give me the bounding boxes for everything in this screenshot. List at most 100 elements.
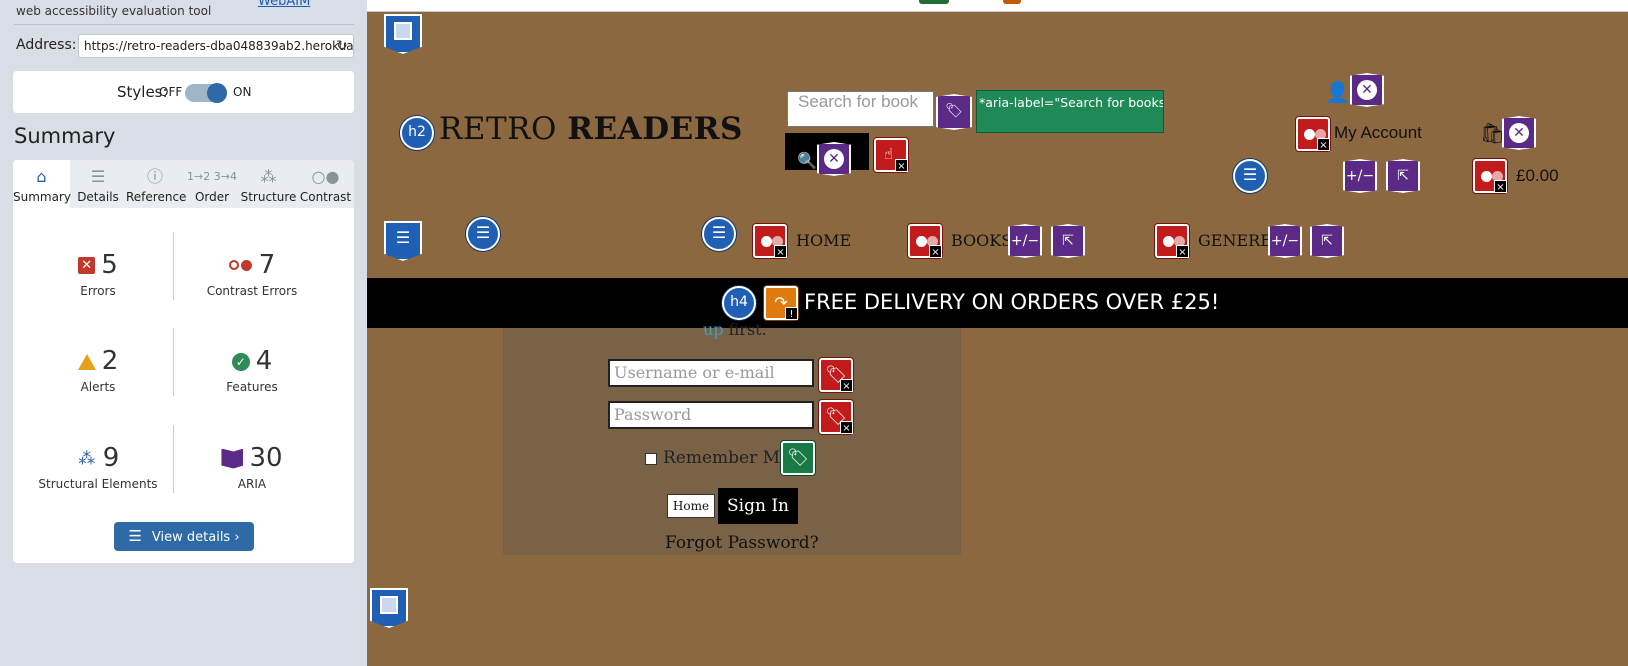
features-label: Features xyxy=(226,380,278,394)
nav-region-icon[interactable]: ☰ xyxy=(384,221,422,261)
bag-icon[interactable]: 🛍 xyxy=(1480,121,1505,146)
tab-reference[interactable]: ⓘ Reference xyxy=(126,160,186,208)
aria-hidden-icon[interactable]: ✕ xyxy=(1350,73,1384,107)
tab-contrast[interactable]: ○● Contrast xyxy=(297,160,354,208)
nav-books[interactable]: BOOKS xyxy=(951,231,1012,250)
nav-genere[interactable]: GENERE xyxy=(1198,231,1272,250)
missing-label-icon[interactable]: 🏷 × xyxy=(819,400,853,434)
nav-home[interactable]: HOME xyxy=(796,231,851,250)
address-label: Address: xyxy=(16,37,77,53)
list-icon[interactable]: ☰ xyxy=(466,217,500,251)
alert-icon xyxy=(77,353,96,370)
remember-me[interactable]: Remember Me xyxy=(645,448,790,468)
search-input[interactable]: Search for book xyxy=(787,91,934,127)
tab-order[interactable]: 1→2 3→4 Order xyxy=(184,160,240,208)
tab-label: Structure xyxy=(240,190,297,204)
aria-count: 30 xyxy=(249,443,283,473)
site-viewport: ☰ h2 RETRO READERS Search for book 🏷 *ar… xyxy=(367,0,1628,666)
styles-card: Styles: OFF ON xyxy=(13,71,354,113)
tab-label: Order xyxy=(194,190,230,204)
wave-tabs: ⌂ Summary ☰ Details ⓘ Reference 1→2 3→4 … xyxy=(13,160,354,208)
home-icon: ⌂ xyxy=(36,167,47,186)
missing-label-icon[interactable]: 🏷 × xyxy=(819,358,853,392)
forgot-password-link[interactable]: Forgot Password? xyxy=(665,533,819,553)
alerts-stat[interactable]: 2 Alerts xyxy=(18,346,178,394)
form-label-feature-icon[interactable]: 🏷 xyxy=(781,441,815,475)
reload-icon[interactable]: ↻ xyxy=(333,37,351,55)
tab-details[interactable]: ☰ Details xyxy=(70,160,126,208)
aria-hidden-icon[interactable]: ✕ xyxy=(817,142,851,176)
aria-popup-icon[interactable]: ⇱ xyxy=(1051,224,1085,258)
structural-count: 9 xyxy=(102,443,120,473)
button-empty-error-icon[interactable]: ☝ × xyxy=(874,138,908,172)
aria-label-icon[interactable]: 🏷 xyxy=(936,94,972,130)
aria-popup-icon[interactable]: ⇱ xyxy=(1310,224,1344,258)
list-icon[interactable]: ☰ xyxy=(1233,159,1267,193)
region-icon[interactable] xyxy=(384,14,422,54)
aria-stat[interactable]: 30 ARIA xyxy=(172,443,332,491)
skipped-heading-alert-icon[interactable]: ↷! xyxy=(764,286,798,320)
contrast-label: Contrast Errors xyxy=(206,284,298,298)
link-empty-error-icon[interactable]: × xyxy=(1155,224,1189,258)
info-icon: ⓘ xyxy=(146,167,163,186)
errors-label: Errors xyxy=(80,284,116,298)
top-strip xyxy=(367,0,1628,12)
remember-checkbox[interactable] xyxy=(645,452,657,465)
aria-expanded-icon[interactable]: +/− xyxy=(1008,224,1042,258)
contrast-error-icon xyxy=(228,259,253,272)
list-icon: ☰ xyxy=(90,167,106,186)
list-icon[interactable]: ☰ xyxy=(702,217,736,251)
contrast-icon: ○● xyxy=(311,167,340,186)
link-empty-error-icon[interactable]: × xyxy=(1473,159,1507,193)
cart-total[interactable]: £0.00 xyxy=(1516,166,1559,186)
address-input[interactable]: https://retro-readers-dba048839ab2.herok… xyxy=(78,34,354,58)
error-icon: ✕ xyxy=(78,257,96,274)
alerts-count: 2 xyxy=(101,346,119,376)
toggle-knob xyxy=(207,83,227,103)
structural-stat[interactable]: ⁂ 9 Structural Elements xyxy=(18,443,178,491)
structure-icon: ⁂ xyxy=(78,448,96,469)
view-details-label: View details › xyxy=(151,530,240,545)
my-account-link[interactable]: My Account xyxy=(1334,123,1422,143)
feature-marker xyxy=(919,0,949,4)
aria-icon xyxy=(221,448,244,469)
contrast-errors-stat[interactable]: 7 Contrast Errors xyxy=(172,250,332,298)
wave-sidebar: web accessibility evaluation tool WebAIM… xyxy=(0,0,367,666)
alerts-label: Alerts xyxy=(80,380,116,394)
home-button[interactable]: Home xyxy=(667,494,715,518)
sign-in-button[interactable]: Sign In xyxy=(718,488,798,524)
styles-toggle[interactable] xyxy=(185,83,227,103)
link-empty-error-icon[interactable]: × xyxy=(1296,117,1330,151)
features-stat[interactable]: ✓ 4 Features xyxy=(172,346,332,394)
aria-popup-icon[interactable]: ⇱ xyxy=(1386,159,1420,193)
footer-region-icon[interactable] xyxy=(370,588,408,628)
link-empty-error-icon[interactable]: × xyxy=(753,224,787,258)
aria-expanded-icon[interactable]: +/− xyxy=(1343,159,1377,193)
errors-count: 5 xyxy=(101,250,118,280)
link-empty-error-icon[interactable]: × xyxy=(908,224,942,258)
delivery-banner: h4 ↷! FREE DELIVERY ON ORDERS OVER £25! xyxy=(367,278,1628,328)
tab-summary[interactable]: ⌂ Summary xyxy=(13,160,71,208)
errors-stat[interactable]: ✕ 5 Errors xyxy=(18,250,178,298)
username-input[interactable]: Username or e-mail xyxy=(608,359,814,387)
aria-expanded-icon[interactable]: +/− xyxy=(1268,224,1302,258)
banner-text: FREE DELIVERY ON ORDERS OVER £25! xyxy=(804,290,1220,314)
summary-card: ⌂ Summary ☰ Details ⓘ Reference 1→2 3→4 … xyxy=(13,160,354,563)
summary-title: Summary xyxy=(14,124,116,148)
site-logo[interactable]: RETRO READERS xyxy=(439,111,743,147)
login-panel: up first. Username or e-mail 🏷 × Password… xyxy=(503,320,961,555)
search-icon: 🔍 xyxy=(797,151,817,170)
list-icon: ☰ xyxy=(128,527,142,545)
user-icon[interactable]: 👤 xyxy=(1325,80,1350,105)
alert-marker xyxy=(1003,0,1021,4)
aria-hidden-icon[interactable]: ✕ xyxy=(1502,116,1536,150)
logo-text-bold: READERS xyxy=(567,111,743,147)
tab-structure[interactable]: ⁂ Structure xyxy=(240,160,297,208)
tab-label: Details xyxy=(77,190,119,204)
view-details-button[interactable]: ☰ View details › xyxy=(114,522,254,551)
heading-h4-icon[interactable]: h4 xyxy=(722,286,756,320)
signup-link[interactable]: up xyxy=(703,320,724,339)
password-input[interactable]: Password xyxy=(608,401,814,429)
webaim-link[interactable]: WebAIM xyxy=(258,0,310,9)
heading-h2-icon[interactable]: h2 xyxy=(400,116,434,150)
